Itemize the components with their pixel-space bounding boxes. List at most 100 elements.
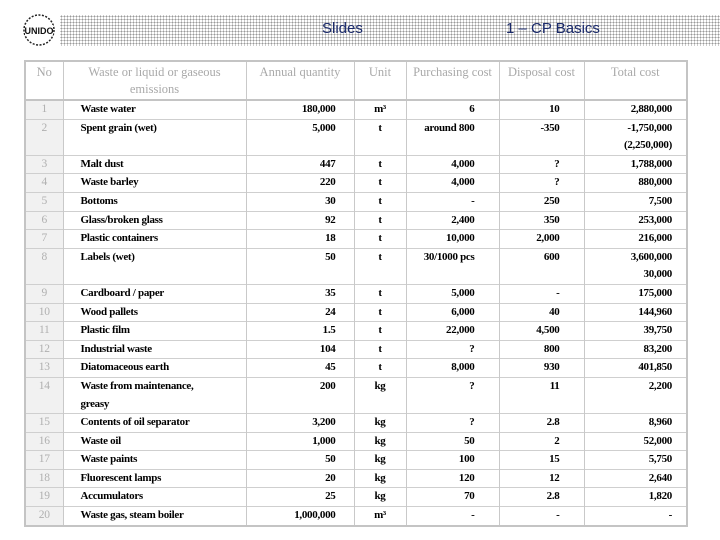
cell-quantity: 104 — [245, 339, 355, 359]
col-header-unit: Unit — [353, 60, 407, 101]
cell-unit-text: kg — [374, 453, 386, 466]
cell-purchasing: 2,400 — [405, 210, 500, 230]
cell-purchasing: 100 — [405, 450, 500, 470]
col-header-quantity: Annual quantity — [245, 60, 355, 101]
cell-quantity-text: 35 — [325, 286, 336, 299]
cell-disposal: 11 — [498, 376, 585, 414]
cell-purchasing-text: 8,000 — [451, 361, 475, 374]
cell-disposal: 2.8 — [498, 487, 585, 507]
cell-quantity-text: 20 — [325, 471, 336, 484]
cell-waste-text: Spent grain (wet) — [80, 121, 157, 134]
cell-no-text: 10 — [38, 305, 50, 318]
cell-total: -1,750,000 (2,250,000) — [583, 118, 688, 156]
cell-total-text: 39,750 — [643, 324, 673, 337]
cell-no-text: 14 — [38, 379, 50, 392]
slide-section: 1 – CP Basics — [506, 20, 600, 37]
cell-waste-text: Plastic film — [80, 324, 131, 337]
unido-logo: UNIDO — [23, 14, 55, 46]
cell-quantity: 5,000 — [245, 118, 355, 156]
table-row: 1 Waste water 180,000 m³ 6 10 2,880,000 — [24, 99, 688, 120]
cell-unit-text: m³ — [374, 509, 386, 522]
cell-quantity: 200 — [245, 376, 355, 414]
cell-no-text: 2 — [41, 121, 48, 134]
table-row: 7 Plastic containers 18 t 10,000 2,000 216,000 — [24, 229, 688, 249]
cell-quantity-text: 92 — [325, 213, 336, 226]
cell-waste: Plastic containers — [62, 229, 247, 249]
cell-disposal: 10 — [498, 99, 585, 120]
cell-purchasing: - — [405, 506, 500, 526]
cell-total: 7,500 — [583, 191, 688, 212]
cell-total-line2: (2,250,000) — [623, 139, 672, 152]
cell-unit: kg — [353, 487, 407, 507]
table-row: 12 Industrial waste 104 t? 800 83,200 — [24, 339, 688, 359]
cell-unit-text: kg — [374, 416, 386, 429]
cell-waste-text: Waste from maintenance, — [80, 379, 194, 392]
cell-quantity-text: 18 — [325, 232, 336, 245]
cell-disposal: 600 — [498, 247, 585, 285]
cell-disposal: 12 — [498, 468, 585, 488]
cell-waste-text: Glass/broken glass — [80, 213, 163, 226]
cell-unit-text: t — [378, 194, 382, 207]
cell-quantity-text: 220 — [319, 176, 336, 189]
cell-unit: kg — [353, 376, 407, 414]
cell-no: 2 — [24, 118, 64, 156]
slide-title: Slides — [322, 20, 363, 37]
cell-quantity-text: 25 — [325, 490, 336, 503]
col-header-no: No — [24, 60, 64, 101]
cell-no-text: 11 — [39, 324, 50, 337]
cell-waste: Waste water — [62, 99, 247, 120]
cell-total-text: -1,750,000 — [627, 121, 672, 134]
cell-total-text: 5,750 — [648, 453, 673, 466]
cell-waste-text: Waste water — [80, 103, 136, 115]
cell-total: 1,820 — [583, 487, 688, 507]
cell-unit: kg — [353, 468, 407, 488]
table-header-row: No Waste or liquid or gaseous emissions … — [24, 60, 688, 101]
cell-disposal-text: -350 — [540, 121, 560, 134]
cell-no-text: 6 — [41, 213, 48, 226]
cell-waste-text: Contents of oil separator — [80, 416, 190, 429]
cell-disposal: ? — [498, 154, 585, 174]
cell-unit: kg — [353, 450, 407, 470]
cell-waste-text: Waste gas, steam boiler — [80, 509, 184, 522]
cell-quantity-text: 1.5 — [322, 324, 336, 337]
cell-purchasing: - — [405, 191, 500, 212]
cell-purchasing-text: 5,000 — [451, 286, 475, 299]
cell-unit: t — [353, 358, 407, 378]
cell-purchasing: 8,000 — [405, 358, 500, 378]
col-header-waste: Waste or liquid or gaseous emissions — [62, 60, 247, 101]
cell-total-text: - — [668, 509, 673, 522]
cell-unit: t — [353, 339, 407, 359]
cell-no-text: 19 — [38, 490, 50, 503]
cell-disposal-text: ? — [554, 176, 560, 189]
cell-no: 10 — [24, 302, 64, 322]
table-row: 14 Waste from maintenance, greasy 200 kg? 11 2… — [24, 376, 688, 414]
cell-purchasing: ? — [405, 376, 500, 414]
cell-purchasing-text: 4,000 — [451, 157, 475, 170]
cell-quantity: 30 — [245, 191, 355, 212]
cell-unit: t — [353, 118, 407, 156]
cell-quantity-text: 24 — [325, 305, 336, 318]
cell-no: 11 — [24, 321, 64, 341]
cell-quantity: 1,000,000 — [245, 506, 355, 526]
cell-purchasing-text: 6,000 — [451, 305, 475, 318]
cell-quantity: 50 — [245, 450, 355, 470]
cell-total-text: 216,000 — [638, 232, 672, 245]
cell-waste: Malt dust — [62, 154, 247, 174]
cell-disposal-text: 930 — [543, 361, 560, 374]
cell-purchasing-text: 70 — [464, 490, 475, 503]
cell-no-text: 18 — [38, 471, 50, 484]
cell-disposal: 2 — [498, 431, 585, 451]
cell-purchasing-text: - — [471, 194, 475, 207]
cell-disposal: 4,500 — [498, 321, 585, 341]
cell-waste: Glass/broken glass — [62, 210, 247, 230]
cell-disposal: 40 — [498, 302, 585, 322]
cell-total-text: 175,000 — [638, 286, 672, 299]
cell-total: 253,000 — [583, 210, 688, 230]
cell-total-text: 52,000 — [643, 434, 673, 447]
cell-total: 39,750 — [583, 321, 688, 341]
cell-total-text: 1,820 — [648, 490, 673, 503]
cell-waste-text: Waste paints — [80, 453, 138, 466]
cell-purchasing: 6,000 — [405, 302, 500, 322]
cell-waste-text: Accumulators — [80, 490, 144, 503]
cell-waste-text: Diatomaceous earth — [80, 361, 170, 374]
